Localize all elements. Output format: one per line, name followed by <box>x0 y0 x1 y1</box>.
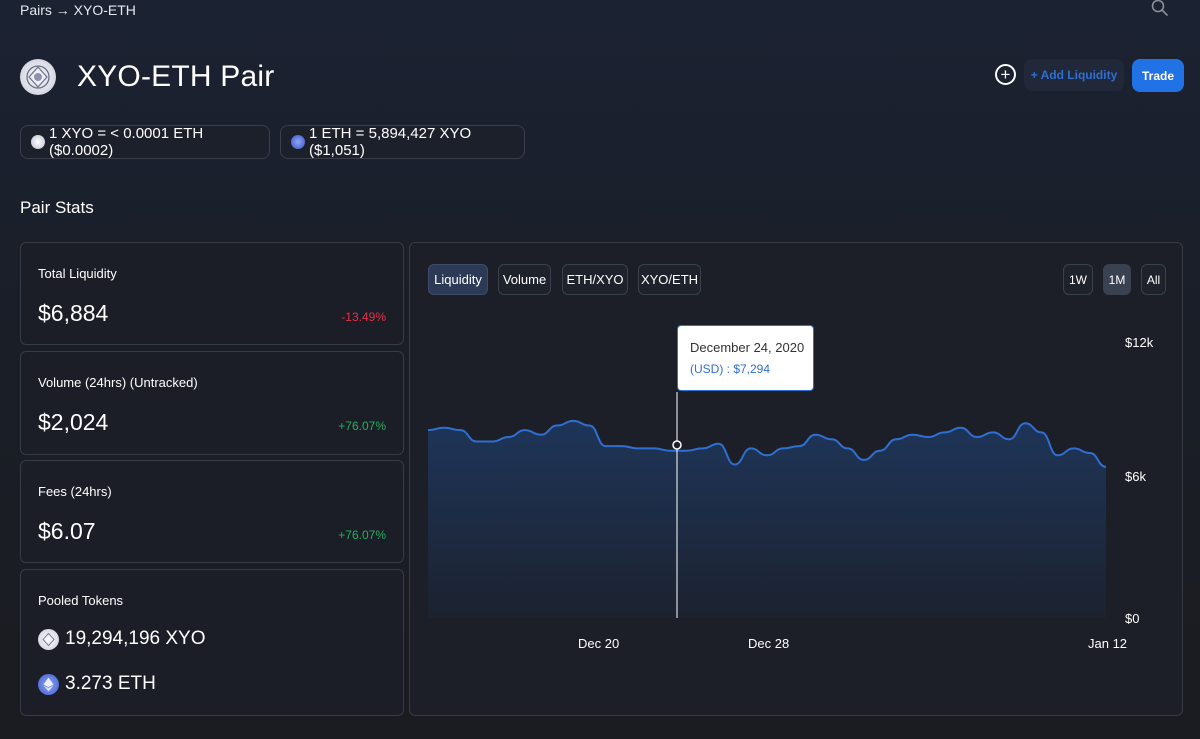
y-tick-12k: $12k <box>1125 335 1154 350</box>
liquidity-area <box>428 420 1106 618</box>
eth-rate-text: 1 ETH = 5,894,427 XYO ($1,051) <box>309 125 472 159</box>
x-tick-dec20: Dec 20 <box>578 636 620 651</box>
pooled-eth-row[interactable]: 3.273 ETH <box>38 673 156 695</box>
eth-rate-pill[interactable]: 1 ETH = 5,894,427 XYO ($1,051) <box>280 125 525 159</box>
hover-point <box>672 440 682 450</box>
total-liquidity-change: -13.49% <box>341 310 386 324</box>
trade-button[interactable]: Trade <box>1132 59 1184 92</box>
fees-value: $6.07 <box>38 518 96 544</box>
tooltip-value: (USD) : $7,294 <box>690 362 771 376</box>
xyo-logo-icon <box>20 59 56 95</box>
chart-card: Liquidity Volume ETH/XYO XYO/ETH 1W 1M A… <box>409 242 1183 716</box>
pooled-xyo-row[interactable]: 19,294,196 XYO <box>38 628 206 650</box>
volume-card: Volume (24hrs) (Untracked) $2,024 +76.07… <box>20 351 404 455</box>
add-liquidity-button[interactable]: + Add Liquidity <box>1024 59 1124 91</box>
xyo-token-icon <box>31 135 45 149</box>
eth-token-icon <box>291 135 305 149</box>
fees-label: Fees (24hrs) <box>38 484 112 499</box>
xyo-rate-pill[interactable]: 1 XYO = < 0.0001 ETH ($0.0002) <box>20 125 270 159</box>
x-tick-dec28: Dec 28 <box>748 636 790 651</box>
total-liquidity-card: Total Liquidity $6,884 -13.49% <box>20 242 404 345</box>
chart-tooltip: December 24, 2020 (USD) : $7,294 <box>677 325 814 391</box>
total-liquidity-value: $6,884 <box>38 300 109 326</box>
volume-label: Volume (24hrs) (Untracked) <box>38 375 198 390</box>
search-icon[interactable] <box>1151 0 1169 16</box>
y-tick-6k: $6k <box>1125 469 1146 484</box>
fees-change: +76.07% <box>338 528 386 542</box>
volume-change: +76.07% <box>338 419 386 433</box>
pooled-xyo-amount: 19,294,196 XYO <box>65 628 206 649</box>
title-row: XYO-ETH Pair <box>20 58 274 96</box>
add-icon[interactable]: + <box>995 64 1016 85</box>
total-liquidity-label: Total Liquidity <box>38 266 117 281</box>
x-tick-jan12: Jan 12 <box>1088 636 1128 651</box>
pooled-eth-amount: 3.273 ETH <box>65 673 156 694</box>
volume-value: $2,024 <box>38 409 109 435</box>
pair-stats-title: Pair Stats <box>20 198 94 217</box>
breadcrumb[interactable]: Pairs → XYO-ETH <box>20 2 136 18</box>
xyo-rate-text: 1 XYO = < 0.0001 ETH ($0.0002) <box>49 125 204 159</box>
pooled-tokens-card: Pooled Tokens 19,294,196 XYO 3.273 ETH <box>20 569 404 716</box>
y-tick-0: $0 <box>1125 611 1140 626</box>
eth-token-icon <box>38 673 59 695</box>
liquidity-chart[interactable] <box>410 243 1184 717</box>
xyo-token-icon <box>38 628 59 650</box>
pooled-tokens-label: Pooled Tokens <box>38 593 124 608</box>
tooltip-date: December 24, 2020 <box>690 340 805 355</box>
fees-card: Fees (24hrs) $6.07 +76.07% <box>20 460 404 563</box>
page-title: XYO-ETH Pair <box>77 60 275 93</box>
